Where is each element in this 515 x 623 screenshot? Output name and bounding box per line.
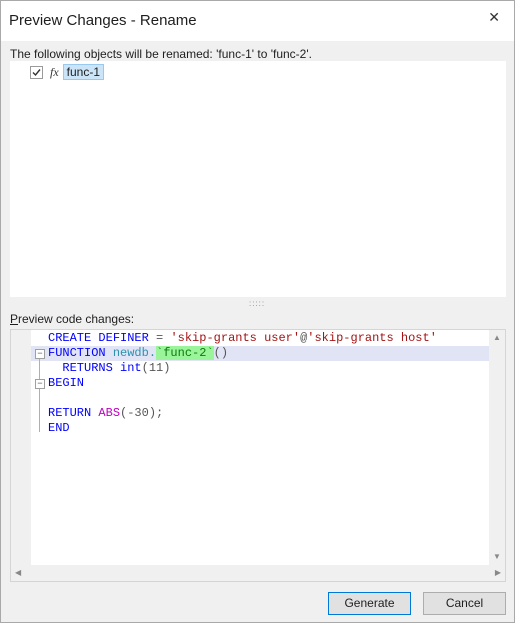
code-line-3: RETURNS int(11) [62,361,171,375]
fold-collapse-icon[interactable]: − [35,349,45,359]
function-icon: fx [50,64,59,79]
code-line-2: FUNCTION newdb.`func-2`() [48,346,229,360]
objects-label: The following objects will be renamed: '… [10,47,312,61]
close-icon[interactable]: ✕ [488,9,500,26]
code-editor[interactable]: − − CREATE DEFINER = 'skip-grants user'@… [10,329,506,582]
renamed-identifier: `func-2` [156,346,214,360]
item-checkbox[interactable] [30,65,43,79]
code-line-1: CREATE DEFINER = 'skip-grants user'@'ski… [48,331,437,345]
fold-guide [39,389,40,432]
preview-changes-dialog: Preview Changes - Rename ✕ The following… [0,0,515,623]
fold-collapse-icon[interactable]: − [35,379,45,389]
splitter[interactable]: ::::: [1,299,514,308]
horizontal-scrollbar[interactable]: ◀ ▶ [11,565,505,581]
code-line-6: RETURN ABS(-30); [48,406,164,420]
scroll-up-icon[interactable]: ▲ [493,333,501,342]
objects-tree[interactable]: fx func-1 [10,61,506,297]
item-label[interactable]: func-1 [62,64,105,80]
vertical-scrollbar[interactable]: ▲ ▼ [489,330,505,566]
preview-label: Preview code changes: [10,312,134,326]
cancel-button[interactable]: Cancel [423,592,506,615]
code-line-4: BEGIN [48,376,85,390]
scroll-down-icon[interactable]: ▼ [493,552,501,561]
checkmark-icon [32,68,41,76]
code-area[interactable]: − − CREATE DEFINER = 'skip-grants user'@… [31,330,489,566]
generate-button[interactable]: Generate [328,592,411,615]
fold-guide [39,359,40,379]
grip-icon[interactable]: ::::: [249,300,265,308]
preview-label-text: review code changes: [18,312,135,326]
preview-label-mnemonic: P [10,312,19,326]
code-line-7: END [48,421,70,435]
editor-gutter [11,330,31,566]
scroll-right-icon[interactable]: ▶ [495,568,501,577]
dialog-title: Preview Changes - Rename [9,12,197,29]
tree-item-func[interactable]: fx func-1 [30,64,105,80]
title-bar: Preview Changes - Rename ✕ [1,1,514,41]
scroll-left-icon[interactable]: ◀ [15,568,21,577]
